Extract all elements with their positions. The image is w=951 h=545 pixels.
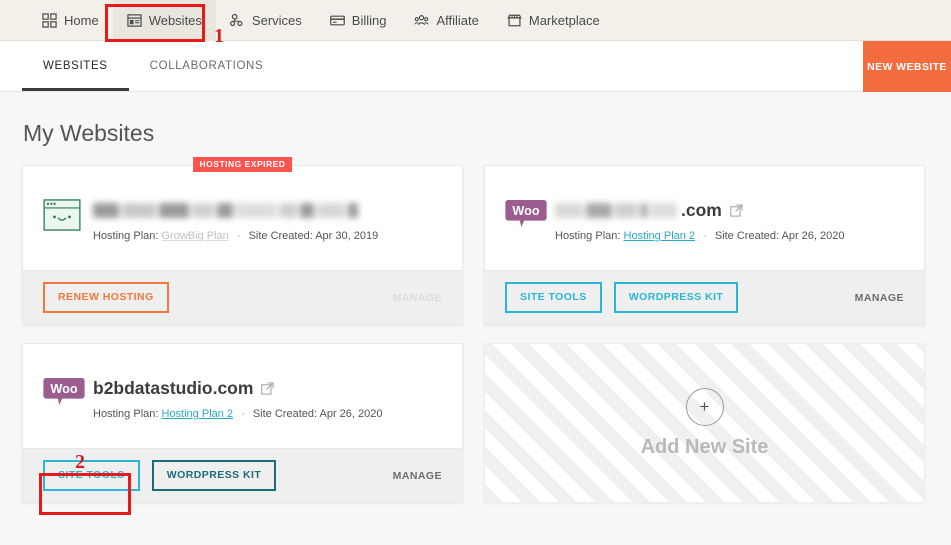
card-body: Hosting Plan: GrowBig Plan · Site Create…: [23, 166, 462, 270]
nav-item-affiliate[interactable]: Affiliate: [400, 0, 492, 41]
site-created-value: Apr 30, 2019: [315, 230, 379, 242]
hosting-plan-label: Hosting Plan:: [93, 230, 159, 242]
meta-separator: ·: [703, 230, 707, 242]
card-body: Woo b2bdatastudio.com Hosting Plan: Host…: [23, 344, 462, 448]
nav-item-home[interactable]: Home: [28, 0, 113, 41]
woocommerce-icon: Woo: [43, 376, 89, 412]
website-card-redacted: Woo .com Hosting Plan: Hosting Plan 2 · …: [484, 165, 925, 325]
manage-link: MANAGE: [392, 291, 442, 304]
hosting-plan-link[interactable]: GrowBig Plan: [162, 230, 229, 242]
external-link-icon[interactable]: [730, 204, 743, 217]
status-badge: HOSTING EXPIRED: [192, 157, 293, 172]
nav-item-label: Websites: [148, 12, 202, 28]
nav-item-label: Billing: [351, 12, 387, 28]
sub-tabs: WEBSITES COLLABORATIONS: [0, 41, 284, 91]
credit-card-icon: [329, 13, 345, 28]
store-icon: [507, 13, 522, 28]
nav-item-label: Services: [251, 12, 302, 28]
meta-separator: ·: [236, 230, 241, 242]
site-name: .com: [681, 200, 722, 220]
affiliate-icon: [414, 13, 430, 28]
card-footer: SITE TOOLS WORDPRESS KIT MANAGE: [485, 270, 924, 324]
green-browser-smiley-icon: [43, 198, 89, 236]
site-tools-button[interactable]: SITE TOOLS: [43, 460, 140, 491]
meta-separator: ·: [241, 408, 245, 420]
site-name-redacted: [555, 201, 677, 221]
site-meta: Hosting Plan: Hosting Plan 2 · Site Crea…: [93, 408, 383, 420]
hosting-plan-label: Hosting Plan:: [555, 230, 621, 242]
website-card-expired: HOSTING EXPIRED Hosting Plan: GrowBig Pl…: [22, 157, 463, 325]
card-footer: SITE TOOLS WORDPRESS KIT MANAGE: [23, 448, 462, 502]
top-navigation-bar: Home Websites Services Billing Affiliate…: [0, 0, 951, 41]
wordpress-kit-button[interactable]: WORDPRESS KIT: [151, 460, 277, 491]
site-created-label: Site Created:: [252, 408, 318, 420]
site-meta: Hosting Plan: GrowBig Plan · Site Create…: [93, 230, 378, 242]
websites-dashboard: Home Websites Services Billing Affiliate…: [0, 0, 951, 545]
manage-link[interactable]: MANAGE: [393, 470, 442, 482]
nav-item-label: Home: [64, 12, 99, 28]
website-card-b2bdatastudio: Woo b2bdatastudio.com Hosting Plan: Host…: [22, 343, 463, 503]
site-tools-button[interactable]: SITE TOOLS: [505, 282, 602, 313]
add-new-site-label: Add New Site: [640, 435, 769, 458]
websites-grid: HOSTING EXPIRED Hosting Plan: GrowBig Pl…: [22, 157, 929, 503]
nav-item-marketplace[interactable]: Marketplace: [493, 0, 614, 41]
hosting-plan-label: Hosting Plan:: [93, 408, 159, 420]
add-new-site-card[interactable]: + Add New Site: [484, 343, 925, 503]
sub-tab-bar: WEBSITES COLLABORATIONS NEW WEBSITE: [0, 41, 951, 92]
site-created-value: Apr 26, 2020: [319, 408, 383, 420]
site-info: b2bdatastudio.com Hosting Plan: Hosting …: [89, 376, 383, 420]
site-meta: Hosting Plan: Hosting Plan 2 · Site Crea…: [555, 230, 845, 242]
site-name-row: [93, 198, 378, 223]
tab-label: COLLABORATIONS: [149, 60, 264, 72]
website-icon: [127, 13, 142, 28]
site-created-label: Site Created:: [248, 230, 313, 242]
plus-icon: +: [685, 387, 724, 426]
grid-icon: [42, 12, 57, 28]
card-body: Woo .com Hosting Plan: Hosting Plan 2 · …: [485, 166, 924, 270]
site-created-label: Site Created:: [714, 230, 780, 242]
wordpress-kit-button[interactable]: WORDPRESS KIT: [613, 282, 739, 313]
tab-label: WEBSITES: [43, 60, 108, 72]
hosting-plan-link[interactable]: Hosting Plan 2: [162, 408, 234, 420]
new-website-button[interactable]: NEW WEBSITE: [863, 41, 951, 92]
site-info: Hosting Plan: GrowBig Plan · Site Create…: [89, 198, 378, 242]
nav-item-label: Affiliate: [436, 12, 479, 28]
tab-websites[interactable]: WEBSITES: [22, 41, 129, 91]
renew-hosting-button[interactable]: RENEW HOSTING: [43, 282, 169, 313]
site-created-value: Apr 26, 2020: [781, 230, 845, 242]
woocommerce-icon: Woo: [505, 198, 551, 234]
page-content: My Websites HOSTING EXPIRED Hosting Plan…: [0, 92, 951, 545]
svg-text:Woo: Woo: [50, 382, 77, 396]
site-name-row: .com: [555, 198, 845, 223]
site-name-row: b2bdatastudio.com: [93, 376, 383, 401]
site-name: b2bdatastudio.com: [93, 378, 254, 398]
card-footer: RENEW HOSTING MANAGE: [23, 270, 462, 324]
hosting-plan-link[interactable]: Hosting Plan 2: [624, 230, 696, 242]
manage-link[interactable]: MANAGE: [855, 292, 904, 304]
page-title: My Websites: [23, 120, 155, 146]
site-name-redacted: [93, 201, 358, 221]
services-icon: [229, 13, 245, 28]
external-link-icon[interactable]: [261, 382, 275, 395]
nav-item-label: Marketplace: [528, 12, 600, 28]
nav-item-billing[interactable]: Billing: [316, 0, 401, 41]
svg-text:Woo: Woo: [512, 204, 539, 218]
nav-item-websites[interactable]: Websites: [112, 0, 216, 41]
nav-item-services[interactable]: Services: [216, 0, 316, 41]
tab-collaborations[interactable]: COLLABORATIONS: [129, 41, 285, 91]
site-info: .com Hosting Plan: Hosting Plan 2 · Site…: [551, 198, 845, 242]
